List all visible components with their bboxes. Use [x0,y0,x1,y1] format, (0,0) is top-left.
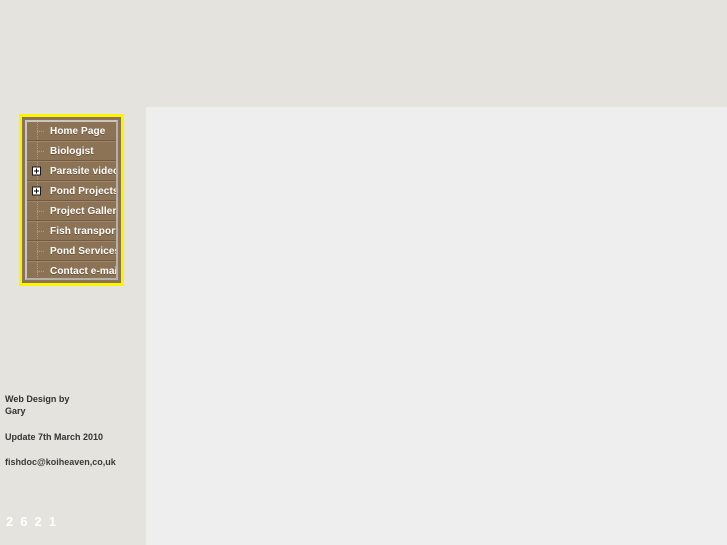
tree-branch-icon [37,211,44,212]
credits-spacer-2 [5,443,145,457]
main-content-area [146,107,727,545]
navigation-menu: Home Page Biologist Parasite videos Pond… [19,114,124,286]
navigation-menu-inner: Home Page Biologist Parasite videos Pond… [25,120,118,280]
nav-item-label: Pond Services [50,245,118,257]
plus-box-icon[interactable] [32,186,41,196]
counter-digit: 2 [6,514,14,529]
plus-box-icon[interactable] [32,166,41,176]
nav-item-label: Home Page [50,125,106,137]
nav-item-label: Pond Projects [50,185,118,197]
nav-item-biologist[interactable]: Biologist [27,141,116,161]
nav-item-label: Fish transport [50,225,118,237]
last-update-text: Update 7th March 2010 [5,432,104,442]
nav-item-project-gallery[interactable]: Project Gallery [27,201,116,221]
web-design-credit-line2: Gary [5,406,26,416]
navigation-list: Home Page Biologist Parasite videos Pond… [27,122,118,278]
page-root: Home Page Biologist Parasite videos Pond… [0,0,727,545]
counter-digit: 1 [48,514,56,529]
nav-item-contact-email[interactable]: Contact e-mail [27,261,118,278]
counter-digit: 6 [20,514,28,529]
nav-item-pond-projects[interactable]: Pond Projects [27,181,116,201]
tree-branch-icon [37,151,44,152]
tree-branch-icon [37,271,44,272]
nav-item-pond-services[interactable]: Pond Services [27,241,116,261]
nav-item-parasite-videos[interactable]: Parasite videos [27,161,116,181]
hit-counter: 2 6 2 1 [6,514,56,530]
nav-item-label: Contact e-mail [50,265,118,277]
nav-item-label: Parasite videos [50,165,118,177]
tree-branch-icon [37,131,44,132]
nav-item-label: Biologist [50,145,94,157]
tree-branch-icon [37,231,44,232]
nav-item-label: Project Gallery [50,205,118,217]
contact-email-text[interactable]: fishdoc@koiheaven,co,uk [5,457,145,467]
web-design-credit-line1: Web Design by [5,394,70,404]
nav-item-home-page[interactable]: Home Page [27,122,116,141]
tree-branch-icon [37,251,44,252]
credits-spacer [5,417,145,431]
nav-item-fish-transport[interactable]: Fish transport [27,221,116,241]
counter-digit: 2 [34,514,42,529]
credits-block: Web Design by Gary Update 7th March 2010… [5,393,145,467]
